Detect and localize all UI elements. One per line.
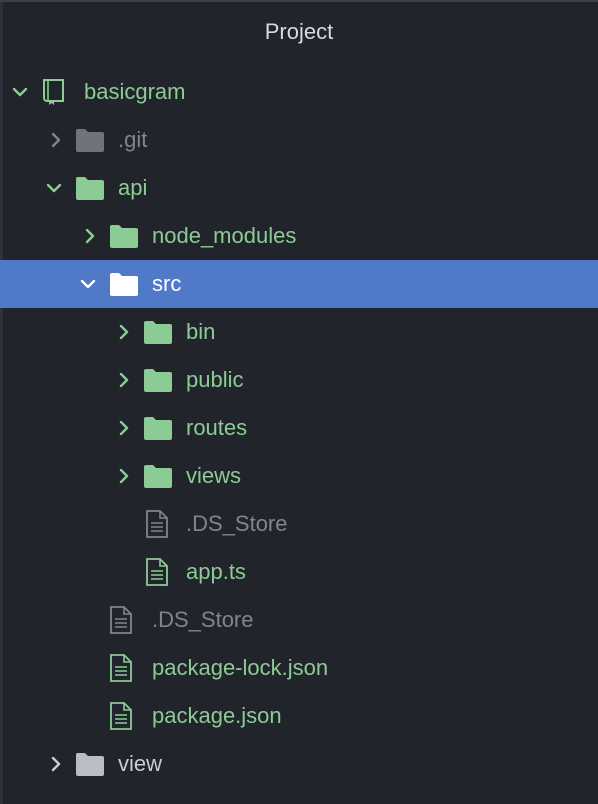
tree-item-label: routes — [186, 415, 248, 440]
tree-item-app-ts[interactable]: app.ts — [0, 548, 598, 596]
tree-item-label: app.ts — [186, 559, 246, 584]
folder-icon — [110, 273, 138, 296]
folder-icon — [144, 369, 172, 392]
tree-item-views[interactable]: views — [0, 452, 598, 500]
tree-item-label: public — [186, 367, 244, 392]
tree-item-package-json[interactable]: package.json — [0, 692, 598, 740]
tree-item-routes[interactable]: routes — [0, 404, 598, 452]
tree-item-label: src — [152, 271, 182, 296]
tree-item-label: .git — [118, 127, 148, 152]
tree-item-git[interactable]: .git — [0, 116, 598, 164]
tree-item-bin[interactable]: bin — [0, 308, 598, 356]
folder-icon — [110, 225, 138, 248]
tree-item-label: view — [118, 751, 163, 776]
panel-top-border — [0, 0, 598, 2]
tree-item-view[interactable]: view — [0, 740, 598, 788]
file-icon — [110, 702, 132, 730]
chevron-down-icon[interactable] — [78, 274, 98, 294]
tree-item-label: bin — [186, 319, 216, 344]
tree-item-label: .DS_Store — [152, 607, 254, 632]
chevron-down-icon[interactable] — [44, 178, 64, 198]
tree-item-package-lock-json[interactable]: package-lock.json — [0, 644, 598, 692]
chevron-right-icon[interactable] — [46, 754, 66, 774]
book-icon — [43, 79, 64, 105]
tree-item-label: node_modules — [152, 223, 297, 248]
tree-item-public[interactable]: public — [0, 356, 598, 404]
file-tree: basicgram .git api node_modules src bin … — [0, 68, 598, 788]
folder-icon — [76, 177, 104, 200]
tree-item-label: api — [118, 175, 148, 200]
tree-item-label: package.json — [152, 703, 282, 728]
chevron-right-icon[interactable] — [114, 418, 134, 438]
project-panel: Project basicgram .git api node_modules … — [0, 0, 598, 804]
file-icon — [110, 654, 132, 682]
file-icon — [110, 606, 132, 634]
tree-item-api[interactable]: api — [0, 164, 598, 212]
chevron-right-icon[interactable] — [114, 466, 134, 486]
tree-item-label: .DS_Store — [186, 511, 288, 536]
tree-item-label: views — [186, 463, 242, 488]
file-icon — [146, 510, 168, 538]
folder-icon — [144, 417, 172, 440]
chevron-right-icon[interactable] — [114, 370, 134, 390]
tree-item-label: package-lock.json — [152, 655, 329, 680]
tree-item-ds-store[interactable]: .DS_Store — [0, 500, 598, 548]
file-icon — [146, 558, 168, 586]
folder-icon — [144, 465, 172, 488]
chevron-right-icon[interactable] — [114, 322, 134, 342]
folder-icon — [76, 129, 104, 152]
chevron-right-icon[interactable] — [80, 226, 100, 246]
tree-item-node-modules[interactable]: node_modules — [0, 212, 598, 260]
tree-item-src[interactable]: src — [0, 260, 598, 308]
tree-item-basicgram[interactable]: basicgram — [0, 68, 598, 116]
tree-item-label: basicgram — [84, 79, 186, 104]
folder-icon — [144, 321, 172, 344]
folder-icon — [76, 753, 104, 776]
tree-item-ds-store[interactable]: .DS_Store — [0, 596, 598, 644]
chevron-down-icon[interactable] — [10, 82, 30, 102]
panel-title: Project — [264, 19, 334, 44]
chevron-right-icon[interactable] — [46, 130, 66, 150]
